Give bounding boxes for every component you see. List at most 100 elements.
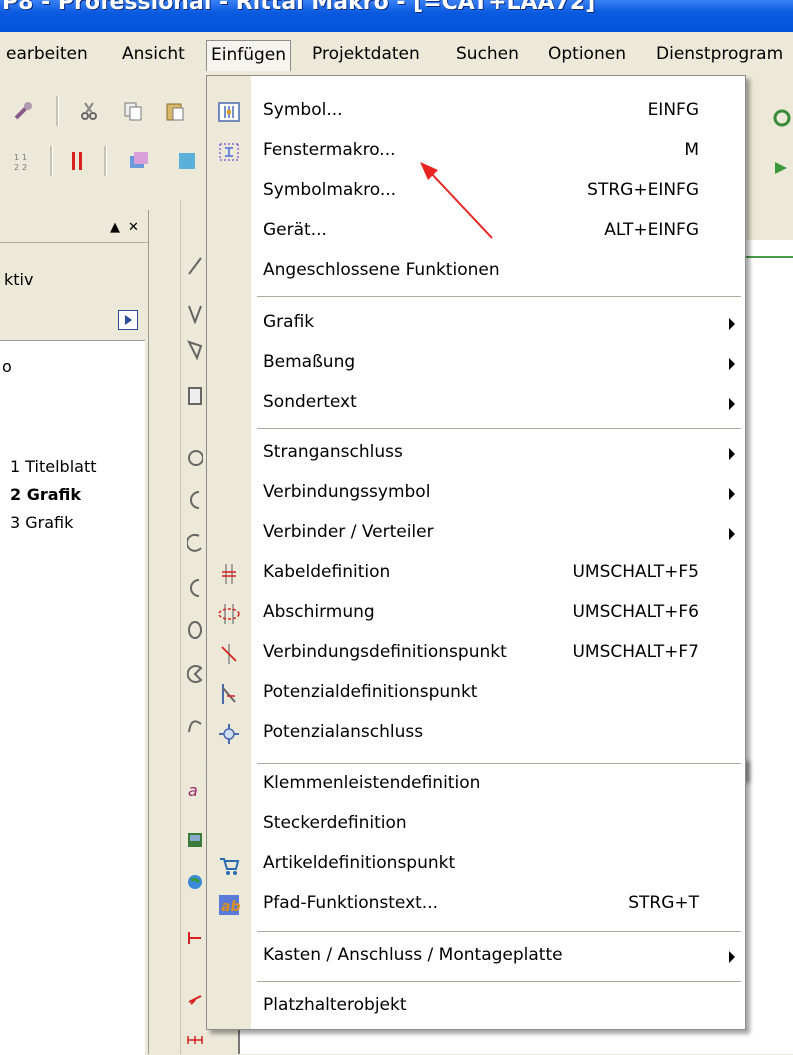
menu-item-label: Potenzialanschluss [263,722,424,742]
menu-item-grafik[interactable]: Grafik [207,304,745,344]
project-icon[interactable] [128,150,150,172]
menu-item-steckerdefinition[interactable]: Steckerdefinition [207,805,745,845]
paste-icon[interactable] [164,100,186,122]
menu-item-pfad-funktionstext[interactable]: ab Pfad-Funktionstext... STRG+T [207,885,745,925]
drawing-tool-strip: a [180,200,209,1054]
page-icon[interactable] [176,150,198,172]
menu-item-label: Verbindungssymbol [263,482,431,502]
rectangle-tool-icon[interactable] [187,386,203,406]
cut-icon[interactable] [78,100,100,122]
menu-item-label: Sondertext [263,392,357,412]
toolbar-separator [50,146,53,176]
menu-einfuegen[interactable]: Einfügen [206,40,292,71]
menu-item-klemmenleistendefinition[interactable]: Klemmenleistendefinition [207,765,745,805]
svg-text:a: a [188,781,198,800]
angle-dimension-tool-icon[interactable] [187,990,203,1010]
menu-item-label: Fenstermakro... [263,140,396,160]
menu-item-label: Steckerdefinition [263,813,407,833]
arc-center-tool-icon[interactable] [187,534,203,554]
page-tree: o 1 Titelblatt 2 Grafik 3 Grafik [0,340,145,1055]
menu-item-sondertext[interactable]: Sondertext [207,384,745,424]
menu-item-kabeldefinition[interactable]: Kabeldefinition UMSCHALT+F5 [207,554,745,594]
menu-item-verbinder-verteiler[interactable]: Verbinder / Verteiler [207,514,745,554]
menu-item-label: Symbolmakro... [263,180,397,200]
toolbar-separator [104,146,107,176]
menu-item-bemassung[interactable]: Bemaßung [207,344,745,384]
collapse-icon[interactable]: ▲ [110,220,120,235]
title-bar: P8 - Professional - Rittal Makro - [=CAT… [0,0,793,32]
menu-item-label: Kasten / Anschluss / Montageplatte [263,945,563,965]
double-bar-icon[interactable] [66,150,88,172]
play-icon [125,315,132,325]
tree-page-2[interactable]: 2 Grafik [10,485,81,504]
menu-item-label: Angeschlossene Funktionen [263,260,500,280]
line-tool-icon[interactable] [187,256,203,276]
menu-dienstprogramme[interactable]: Dienstprogram [652,40,787,68]
panel-header: ▲ ✕ [0,218,148,243]
menu-item-stranganschluss[interactable]: Stranganschluss [207,434,745,474]
menu-item-label: Kabeldefinition [263,562,391,582]
sector-tool-icon[interactable] [187,664,203,684]
menu-item-verbindungssymbol[interactable]: Verbindungssymbol [207,474,745,514]
arc-three-point-tool-icon[interactable] [187,578,203,598]
menu-item-shortcut: M [684,140,699,160]
menu-projektdaten[interactable]: Projektdaten [308,40,424,68]
cable-definition-icon [222,564,236,584]
menu-item-potenzialdefinitionspunkt[interactable]: Potenzialdefinitionspunkt [207,674,745,714]
right-toolbar-fragment [752,88,793,198]
tree-item[interactable]: o [2,357,12,376]
text-tool-icon[interactable]: a [187,780,203,800]
forward-icon[interactable] [772,158,792,178]
menu-item-label: Klemmenleistendefinition [263,773,481,793]
refresh-icon[interactable] [772,108,792,128]
insert-menu-dropdown: Symbol... EINFG Fenstermakro... M Symbol… [206,75,746,779]
spline-tool-icon[interactable] [187,714,203,734]
menu-item-platzhalterobjekt[interactable]: Platzhalterobjekt [207,987,745,1027]
submenu-arrow-icon [729,358,735,370]
menu-item-symbolmakro[interactable]: Symbolmakro... STRG+EINFG [207,172,745,212]
menu-suchen[interactable]: Suchen [452,40,523,68]
submenu-arrow-icon [729,488,735,500]
menu-item-symbol[interactable]: Symbol... EINFG [207,92,745,132]
image-tool-icon[interactable] [187,830,203,850]
part-definition-point-icon [220,858,240,875]
panel-expand-button[interactable] [118,310,138,330]
menu-item-abschirmung[interactable]: Abschirmung UMSCHALT+F6 [207,594,745,634]
dimension-tool-icon[interactable] [187,928,203,948]
close-icon[interactable]: ✕ [128,220,139,235]
submenu-arrow-icon [729,528,735,540]
submenu-arrow-icon [729,448,735,460]
menu-item-fenstermakro[interactable]: Fenstermakro... M [207,132,745,172]
menu-item-shortcut: EINFG [647,100,699,120]
globe-tool-icon[interactable] [187,872,203,892]
potential-connection-icon [219,724,239,744]
menu-bearbeiten[interactable]: earbeiten [2,40,92,68]
menu-separator [257,931,741,932]
menu-item-verbindungsdefinitionspunkt[interactable]: Verbindungsdefinitionspunkt UMSCHALT+F7 [207,634,745,674]
polygon-tool-icon[interactable] [187,340,203,360]
polyline-tool-icon[interactable] [187,304,203,324]
menu-item-potenzialanschluss[interactable]: Potenzialanschluss [207,714,745,754]
menu-item-artikeldefinitionspunkt[interactable]: Artikeldefinitionspunkt [207,845,745,885]
tree-page-3[interactable]: 3 Grafik [10,513,73,532]
circle-tool-icon[interactable] [187,448,203,468]
menu-item-label: Bemaßung [263,352,356,372]
menu-ansicht[interactable]: Ansicht [118,40,189,68]
menu-item-geraet[interactable]: Gerät... ALT+EINFG [207,212,745,252]
menu-item-angeschlossene-funktionen[interactable]: Angeschlossene Funktionen [207,252,745,292]
ellipse-tool-icon[interactable] [187,620,203,640]
menu-separator [257,981,741,982]
submenu-arrow-icon [729,318,735,330]
arc-tool-icon[interactable] [187,490,203,510]
canvas-border-line [740,256,793,258]
wrench-icon[interactable] [12,100,34,122]
potential-definition-point-icon [222,684,236,704]
chain-dimension-tool-icon[interactable] [187,1030,203,1050]
menu-item-kasten-anschluss-montageplatte[interactable]: Kasten / Anschluss / Montageplatte [207,937,745,977]
tree-page-1[interactable]: 1 Titelblatt [10,457,97,476]
copy-icon[interactable] [122,100,144,122]
svg-text:1: 1 [22,153,27,162]
menu-item-shortcut: STRG+EINFG [587,180,699,200]
menu-optionen[interactable]: Optionen [544,40,630,68]
ratio-icon[interactable]: 11 22 [10,150,32,172]
